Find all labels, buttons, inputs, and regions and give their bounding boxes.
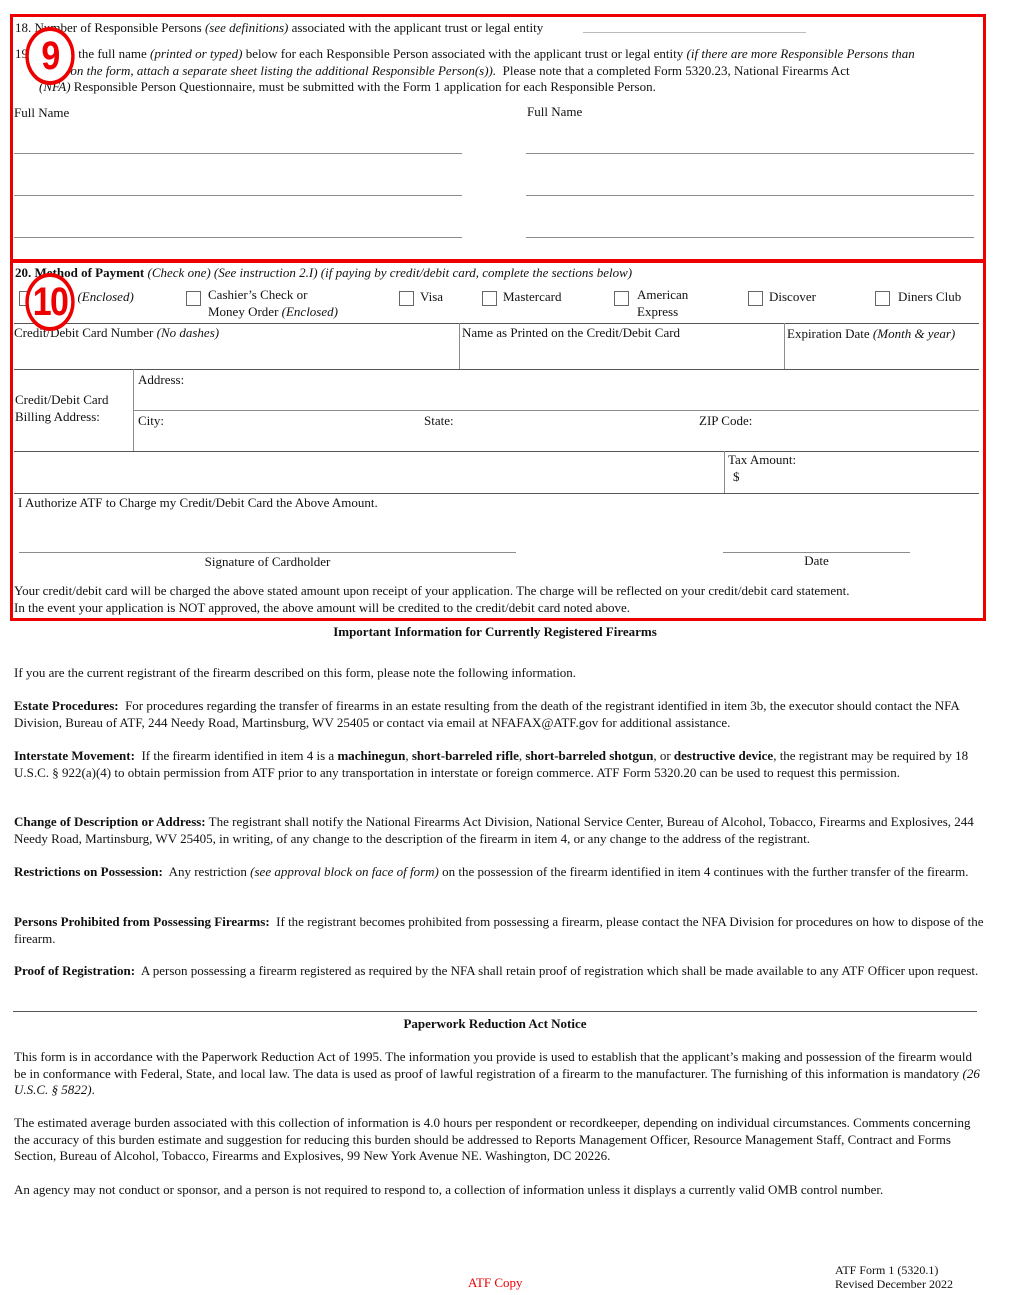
full-name-left-field-3[interactable] [14,237,462,238]
paperwork-paragraph-1: This form is in accordance with the Pape… [14,1049,980,1098]
table-row-border [14,369,979,370]
full-name-right-field-3[interactable] [526,237,974,238]
important-info-heading: Important Information for Currently Regi… [333,624,657,639]
estate-procedures: Estate Procedures: For procedures regard… [14,698,960,730]
divider [459,323,460,369]
item-20-instructions: (Check one) (See instruction 2.I) (if pa… [147,265,633,280]
charge-note: Your credit/debit card will be charged t… [14,583,850,615]
divider [133,410,979,411]
name-on-card-field[interactable]: Name as Printed on the Credit/Debit Card [462,325,782,369]
divider [724,451,725,493]
full-name-right-field-2[interactable] [526,195,974,196]
item-18-label-italic: (see definitions) [204,20,289,35]
responsible-persons-count-field[interactable] [583,20,806,33]
full-name-left-field-2[interactable] [14,195,462,196]
payment-option-discover[interactable]: Discover [748,289,816,306]
important-info-intro: If you are the current registrant of the… [14,665,577,680]
atf-copy-label: ATF Copy [468,1275,523,1290]
full-name-right-header: Full Name [527,104,583,119]
tax-amount-field[interactable]: Tax Amount: $ [728,452,978,492]
persons-prohibited: Persons Prohibited from Possessing Firea… [14,914,984,946]
card-number-field[interactable]: Credit/Debit Card Number (No dashes) [14,325,459,369]
section-divider [13,1011,977,1012]
section-9-badge: 9 [25,27,75,85]
address-field[interactable]: Address: [138,372,978,410]
checkbox[interactable] [482,291,497,306]
city-field[interactable]: City: [138,413,418,449]
zip-code-field[interactable]: ZIP Code: [699,413,977,449]
checkbox[interactable] [399,291,414,306]
item-20-number: 20. [15,265,32,280]
interstate-movement: Interstate Movement: If the firearm iden… [14,748,969,780]
item-18-label-rest: associated with the applicant trust or l… [291,20,544,35]
expiration-date-field[interactable]: Expiration Date (Month & year) [787,326,979,369]
section-10-badge: 10 [25,273,75,331]
checkbox[interactable] [186,291,201,306]
billing-address-label: Credit/Debit Card Billing Address: [15,392,109,424]
payment-option-diners-club[interactable]: Diners Club [875,289,961,306]
full-name-left-header: Full Name [14,105,70,120]
divider [784,323,785,369]
full-name-left-field-1[interactable] [14,153,462,154]
form-identifier: ATF Form 1 (5320.1) Revised December 202… [835,1263,953,1292]
paperwork-paragraph-2: The estimated average burden associated … [14,1115,971,1164]
currency-symbol: $ [733,468,740,484]
checkbox[interactable] [875,291,890,306]
signature-label: Signature of Cardholder [204,554,331,569]
payment-option-mastercard[interactable]: Mastercard [482,289,561,306]
date-label: Date [804,553,829,568]
item-20-header: 20. Method of Payment (Check one) (See i… [15,265,632,282]
checkbox[interactable] [614,291,629,306]
table-row-border [14,493,979,494]
proof-of-registration: Proof of Registration: A person possessi… [14,963,979,978]
payment-option-american-express[interactable]: American Express [614,287,688,320]
payment-option-visa[interactable]: Visa [399,289,443,306]
item-19-text: 19. Provide the full name (printed or ty… [15,46,915,95]
payment-option-cashiers-check[interactable]: Cashier’s Check or Money Order (Enclosed… [186,287,338,320]
restrictions-on-possession: Restrictions on Possession: Any restrict… [14,864,969,879]
paperwork-paragraph-3: An agency may not conduct or sponsor, an… [14,1182,884,1197]
authorize-statement: I Authorize ATF to Charge my Credit/Debi… [18,495,378,510]
checkbox[interactable] [748,291,763,306]
table-top-border [14,323,979,324]
state-field[interactable]: State: [424,413,684,449]
full-name-right-field-1[interactable] [526,153,974,154]
change-of-description: Change of Description or Address: The re… [14,814,974,846]
paperwork-heading: Paperwork Reduction Act Notice [403,1016,587,1031]
signature-field[interactable] [19,552,516,553]
item-18-number: 18. [15,20,32,35]
